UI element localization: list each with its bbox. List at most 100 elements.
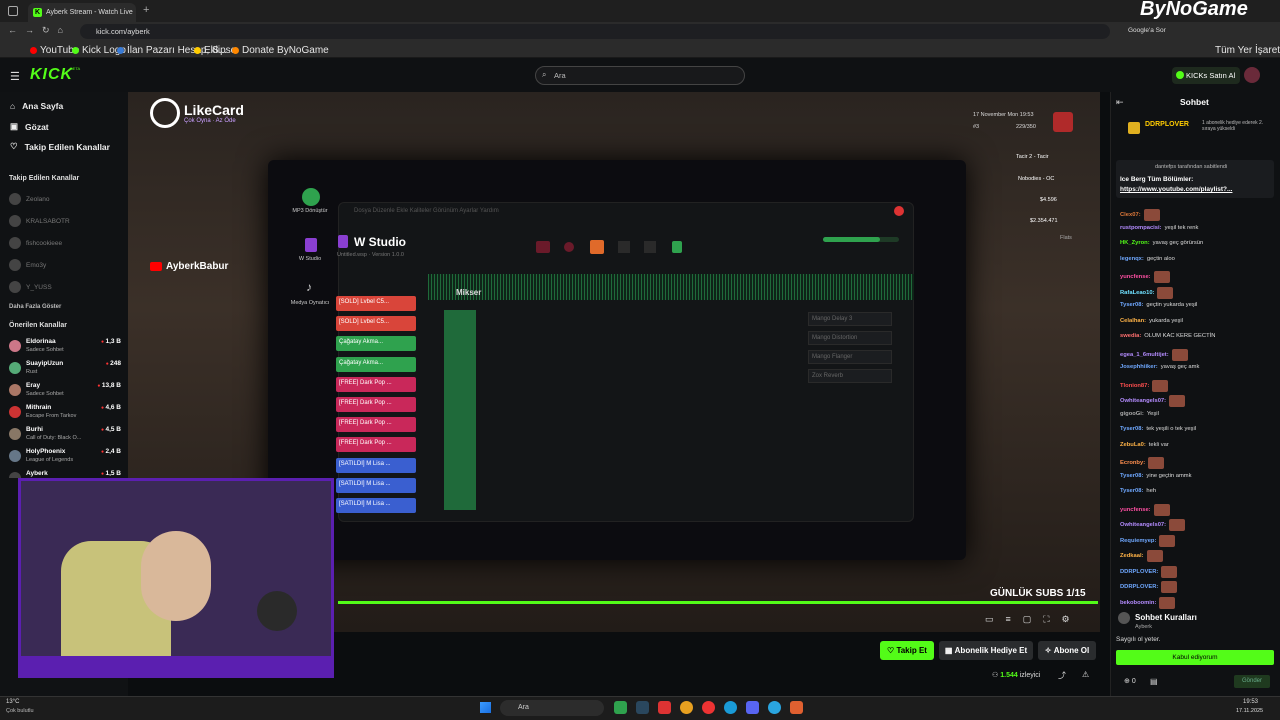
chat-username[interactable]: Ecronby:	[1120, 460, 1145, 466]
following-channel[interactable]: Zeolano	[9, 192, 121, 206]
accept-rules-button[interactable]: Kabul ediyorum	[1116, 650, 1274, 665]
chat-username[interactable]: Josephhiiker:	[1120, 364, 1158, 370]
track-clip[interactable]: [SATILDI] M Lisa ...	[336, 478, 416, 493]
windows-start-icon[interactable]	[480, 702, 491, 713]
chat-username[interactable]: yuncfense:	[1120, 274, 1151, 280]
effect-slot[interactable]: Zox Reverb	[808, 369, 892, 383]
chat-username[interactable]: Requiemyep:	[1120, 538, 1156, 544]
search-input[interactable]: Ara	[535, 66, 745, 85]
track-clip[interactable]: Çağatay Akma...	[336, 357, 416, 372]
pause-button[interactable]	[536, 241, 550, 253]
share-icon[interactable]: ⤴	[1058, 670, 1066, 681]
app-icon[interactable]	[658, 701, 671, 714]
chrome-icon[interactable]	[680, 701, 693, 714]
chat-username[interactable]: Tyser08:	[1120, 426, 1143, 432]
nav-browse[interactable]: ▣ Gözat	[10, 121, 49, 132]
all-bookmarks[interactable]: Tüm Yer İşaretleri	[1215, 45, 1280, 56]
following-channel[interactable]: Y_YUSS	[9, 280, 121, 294]
bookmark-eklipse[interactable]: Eklipse	[194, 45, 236, 56]
chat-username[interactable]: DDRPLOVER:	[1120, 569, 1158, 575]
new-tab-icon[interactable]: +	[143, 4, 149, 16]
chat-username[interactable]: egea_1_6multijet:	[1120, 352, 1169, 358]
chat-username[interactable]: Tyser08:	[1120, 473, 1143, 479]
track-clip[interactable]: [FREE] Dark Pop ...	[336, 397, 416, 412]
chat-username[interactable]: legenqx:	[1120, 256, 1144, 262]
recommended-channel[interactable]: SuayipUzunRust248	[9, 360, 121, 382]
nav-following[interactable]: ♡ Takip Edilen Kanallar	[10, 141, 110, 152]
chat-username[interactable]: rustpompacisi:	[1120, 225, 1162, 231]
taskbar-search[interactable]: Ara	[500, 700, 604, 716]
track-clip[interactable]: [FREE] Dark Pop ...	[336, 377, 416, 392]
chat-username[interactable]: Tyser08:	[1120, 302, 1143, 308]
recommended-channel[interactable]: EraySadece Sohbet13,8 B	[9, 382, 121, 404]
chat-username[interactable]: Clex07:	[1120, 212, 1141, 218]
track-clip[interactable]: [SATILDI] M Lisa ...	[336, 458, 416, 473]
close-window-icon[interactable]	[894, 206, 904, 216]
export-button[interactable]	[590, 240, 604, 254]
kick-logo[interactable]: KICK	[30, 66, 73, 84]
chat-username[interactable]: swedia:	[1120, 333, 1141, 339]
effect-slot[interactable]: Mango Distortion	[808, 331, 892, 345]
following-channel[interactable]: KRALSABOTR	[9, 214, 121, 228]
track-clip[interactable]: [SOLD] Lvbel C5...	[336, 296, 416, 311]
bookmark-donate[interactable]: Donate ByNoGame	[232, 45, 329, 56]
user-avatar[interactable]	[1244, 67, 1260, 83]
follow-button[interactable]: ♡ Takip Et	[880, 641, 934, 660]
gift-sub-button[interactable]: ▦ Abonelik Hediye Et	[939, 641, 1033, 660]
chat-username[interactable]: DDRPLOVER:	[1120, 584, 1158, 590]
effect-slot[interactable]: Mango Flanger	[808, 350, 892, 364]
chat-username[interactable]: Celalhan:	[1120, 318, 1146, 324]
recommended-channel[interactable]: EldorinaaSadece Sohbet1,3 B	[9, 338, 121, 360]
following-channel[interactable]: Emo3y	[9, 258, 121, 272]
eq-button[interactable]	[618, 241, 630, 253]
show-more-link[interactable]: Daha Fazla Göster	[9, 304, 61, 310]
chat-username[interactable]: yuncfense:	[1120, 507, 1151, 513]
chat-username[interactable]: Tyser08:	[1120, 488, 1143, 494]
chat-username[interactable]: ZebuLa0:	[1120, 442, 1146, 448]
report-icon[interactable]: ⚠	[1082, 670, 1089, 679]
chat-username[interactable]: Owhiteangels07:	[1120, 522, 1166, 528]
send-button[interactable]: Gönder	[1234, 675, 1270, 688]
volume-slider[interactable]	[823, 237, 899, 242]
edge-icon[interactable]	[724, 701, 737, 714]
telegram-icon[interactable]	[768, 701, 781, 714]
app-icon[interactable]	[702, 701, 715, 714]
subscribe-button[interactable]: ✧ Abone Ol	[1038, 641, 1096, 660]
app-icon[interactable]	[614, 701, 627, 714]
steam-icon[interactable]	[636, 701, 649, 714]
following-channel[interactable]: fishcookieee	[9, 236, 121, 250]
hamburger-menu-icon[interactable]: ☰	[10, 70, 20, 83]
track-clip[interactable]: [FREE] Dark Pop ...	[336, 437, 416, 452]
track-clip[interactable]: [SATILDI] M Lisa ...	[336, 498, 416, 513]
window-button[interactable]	[644, 241, 656, 253]
track-clip[interactable]: Çağatay Akma...	[336, 336, 416, 351]
track-clip[interactable]: [SOLD] Lvbel C5...	[336, 316, 416, 331]
pinned-link[interactable]: https://www.youtube.com/playlist?...	[1120, 186, 1232, 193]
chat-username[interactable]: Zedkaal:	[1120, 553, 1144, 559]
browser-tab[interactable]: K Ayberk Stream - Watch Live ✕	[28, 3, 136, 22]
chat-username[interactable]: Tlonion87:	[1120, 383, 1149, 389]
record-button[interactable]	[564, 242, 574, 252]
kicks-balance[interactable]: ⊕ 0	[1124, 677, 1136, 685]
waveform[interactable]	[428, 274, 914, 300]
discord-icon[interactable]	[746, 701, 759, 714]
tab-list-icon[interactable]	[8, 6, 18, 16]
emote-menu-icon[interactable]: ▤	[1150, 677, 1158, 686]
chat-username[interactable]: HK_Zyron:	[1120, 240, 1150, 246]
address-bar[interactable]: kick.com/ayberk	[80, 24, 1110, 39]
effect-slot[interactable]: Mango Delay 3	[808, 312, 892, 326]
chat-username[interactable]: gigooGi:	[1120, 411, 1144, 417]
clock-time[interactable]: 19:53	[1243, 699, 1258, 705]
chat-username[interactable]: Owhiteangels07:	[1120, 398, 1166, 404]
track-clip[interactable]: [FREE] Dark Pop ...	[336, 417, 416, 432]
chat-username[interactable]: RafaLeao10:	[1120, 290, 1154, 296]
recommended-channel[interactable]: Ayberk1,5 B	[9, 470, 121, 478]
recommended-channel[interactable]: BurhiCall of Duty: Black O...4,5 B	[9, 426, 121, 448]
mixer-channel-strip[interactable]	[444, 310, 476, 510]
recommended-channel[interactable]: HolyPhoenixLeague of Legends2,4 B	[9, 448, 121, 470]
nav-arrows-icon[interactable]: ←→↻⌂	[8, 25, 71, 36]
nav-home[interactable]: ⌂ Ana Sayfa	[10, 101, 63, 111]
app-icon[interactable]	[790, 701, 803, 714]
save-button[interactable]	[672, 241, 682, 253]
collapse-chat-icon[interactable]: ⇤	[1116, 97, 1124, 108]
